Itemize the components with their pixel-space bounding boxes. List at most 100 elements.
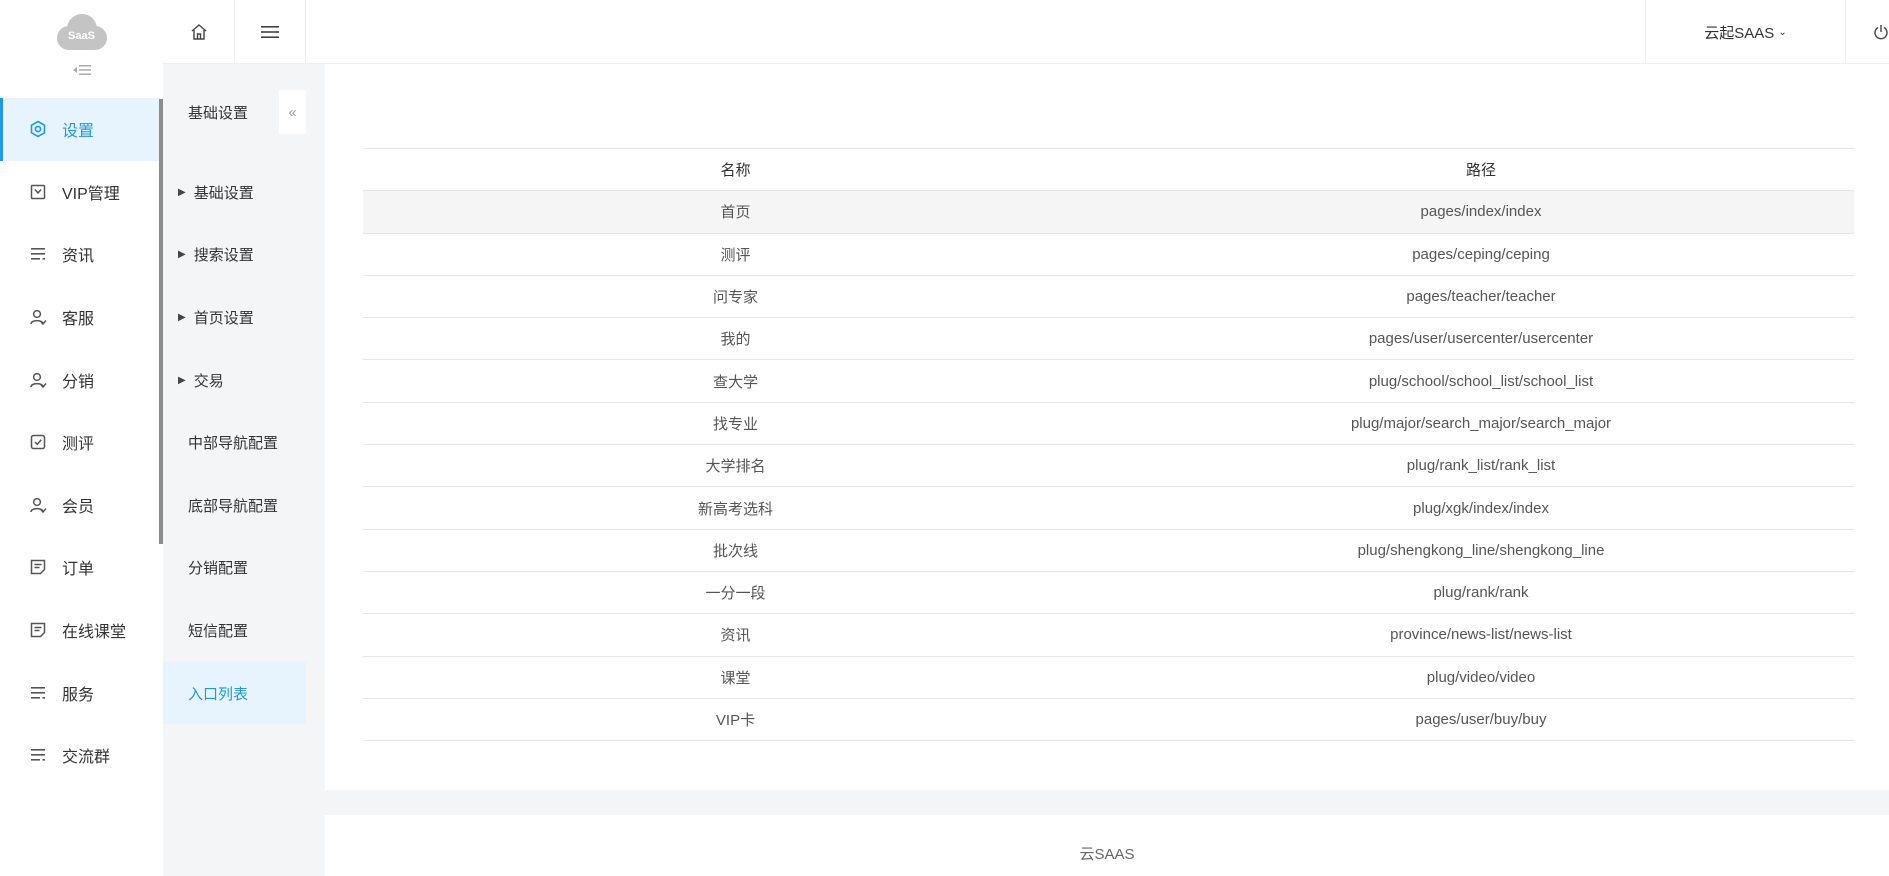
- footer-text: 云SAAS: [1079, 846, 1135, 863]
- sidebar-item-online-class[interactable]: 在线课堂: [0, 599, 163, 662]
- cell-name: 一分一段: [363, 571, 1108, 615]
- secondary-menu-item-label: 底部导航配置: [188, 497, 279, 515]
- secondary-menu-item[interactable]: 分销配置: [163, 537, 306, 600]
- sidebar-item-group[interactable]: 交流群: [0, 724, 163, 787]
- sidebar-item-settings[interactable]: 设置: [0, 98, 163, 161]
- cell-name: 大学排名: [363, 444, 1108, 488]
- cell-name: 课堂: [363, 656, 1108, 699]
- sidebar-item-label: 会员: [62, 498, 95, 516]
- column-header-name: 名称: [363, 148, 1108, 192]
- table-header-row: 名称 路径: [363, 148, 1854, 192]
- cell-name: 我的: [363, 317, 1108, 361]
- cell-path: pages/user/usercenter/usercenter: [1108, 317, 1854, 361]
- double-chevron-left-icon: «: [288, 103, 297, 121]
- document-icon: [28, 620, 48, 640]
- home-button[interactable]: [163, 0, 234, 64]
- cell-name: VIP卡: [363, 698, 1108, 742]
- sidebar-item-services[interactable]: 服务: [0, 661, 163, 724]
- secondary-menu-item[interactable]: ▶ 首页设置: [163, 286, 306, 349]
- sidebar-item-label: 交流群: [62, 749, 111, 767]
- logo[interactable]: SaaS: [0, 0, 163, 64]
- cell-path: pages/index/index: [1108, 190, 1854, 234]
- sidebar-item-orders[interactable]: 订单: [0, 536, 163, 599]
- caret-right-icon: ▶: [178, 311, 186, 323]
- logo-text: SaaS: [68, 30, 95, 42]
- home-icon: [191, 24, 206, 40]
- cell-path: plug/rank_list/rank_list: [1108, 444, 1854, 488]
- secondary-menu-item-label: 首页设置: [193, 309, 254, 327]
- secondary-menu-item[interactable]: 短信配置: [163, 599, 306, 662]
- table-body: 首页 pages/index/index 测评 pages/ceping/ceping…: [363, 190, 1854, 742]
- cell-name: 测评: [363, 233, 1108, 276]
- sidebar-item-label: 订单: [62, 561, 95, 579]
- sidebar-item-members[interactable]: 会员: [0, 474, 163, 537]
- cell-path: plug/rank/rank: [1108, 571, 1854, 615]
- secondary-menu-item[interactable]: ▶ 基础设置: [163, 161, 306, 224]
- user-icon: [28, 495, 48, 515]
- list-icon: [28, 683, 48, 703]
- cell-path: plug/video/video: [1108, 656, 1854, 699]
- sidebar-item-news[interactable]: 资讯: [0, 223, 163, 286]
- cell-name: 批次线: [363, 529, 1108, 572]
- caret-right-icon: ▶: [178, 249, 186, 261]
- entry-list-table: 名称 路径 首页 pages/index/index 测评 pages/ceping/…: [363, 148, 1854, 742]
- cell-path: pages/ceping/ceping: [1108, 233, 1854, 276]
- sidebar-menu: 设置 VIP管理资讯客服分销测评会员订单在线课堂 服务交流群: [0, 98, 163, 787]
- secondary-menu-item-label: 短信配置: [188, 622, 249, 640]
- power-icon: [1874, 25, 1888, 40]
- table-row: 一分一段 plug/rank/rank: [363, 571, 1854, 615]
- cell-name: 找专业: [363, 402, 1108, 446]
- collapse-subbar-button[interactable]: «: [279, 90, 306, 134]
- caret-right-icon: ▶: [178, 374, 186, 386]
- table-row: 资讯 province/news-list/news-list: [363, 613, 1854, 657]
- document-icon: [28, 557, 48, 577]
- cell-name: 新高考选科: [363, 486, 1108, 530]
- sidebar-item-label: 测评: [62, 436, 95, 454]
- secondary-menu-item[interactable]: 底部导航配置: [163, 474, 306, 537]
- table-row: 大学排名 plug/rank_list/rank_list: [363, 444, 1854, 488]
- caret-right-icon: ▶: [178, 186, 186, 198]
- secondary-menu-item-label: 基础设置: [193, 184, 254, 202]
- user-icon: [28, 370, 48, 390]
- main-content: 名称 路径 首页 pages/index/index 测评 pages/ceping/…: [325, 64, 1889, 790]
- secondary-menu-item[interactable]: 入口列表: [163, 661, 306, 725]
- sidebar-item-customer-service[interactable]: 客服: [0, 286, 163, 349]
- secondary-menu-item[interactable]: ▶ 交易: [163, 349, 306, 412]
- secondary-menu: ▶ 基础设置 ▶ 搜索设置 ▶ 首页设置 ▶ 交易 中部导航配置 底部导航配置 分销配置 短信配置 入口…: [163, 161, 306, 725]
- gear-icon: [28, 119, 48, 139]
- user-icon: [28, 307, 48, 327]
- vip-icon: [28, 182, 48, 202]
- user-menu-label: 云起SAAS: [1704, 24, 1775, 42]
- table-row: 找专业 plug/major/search_major/search_major: [363, 402, 1854, 446]
- cell-name: 首页: [363, 190, 1108, 234]
- cell-path: plug/major/search_major/search_major: [1108, 402, 1854, 446]
- hamburger-icon: [261, 26, 279, 38]
- cell-path: province/news-list/news-list: [1108, 613, 1854, 657]
- sidebar-item-label: 客服: [62, 311, 95, 329]
- cell-path: pages/user/buy/buy: [1108, 698, 1854, 742]
- secondary-menu-item-label: 中部导航配置: [188, 435, 279, 453]
- list-icon: [28, 244, 48, 264]
- logout-button[interactable]: [1845, 0, 1889, 64]
- table-row: 批次线 plug/shengkong_line/shengkong_line: [363, 529, 1854, 572]
- secondary-menu-item[interactable]: ▶ 搜索设置: [163, 224, 306, 287]
- table-row: 新高考选科 plug/xgk/index/index: [363, 486, 1854, 530]
- secondary-menu-item[interactable]: 中部导航配置: [163, 411, 306, 474]
- cell-name: 问专家: [363, 275, 1108, 319]
- cell-path: plug/shengkong_line/shengkong_line: [1108, 529, 1854, 572]
- list-icon: [28, 745, 48, 765]
- cloud-logo-icon: SaaS: [56, 14, 107, 50]
- sidebar-item-vip[interactable]: VIP管理: [0, 161, 163, 224]
- sidebar-fold-icon[interactable]: [0, 64, 163, 98]
- user-menu[interactable]: 云起SAAS ⌄: [1645, 0, 1845, 64]
- cell-path: plug/school/school_list/school_list: [1108, 359, 1854, 403]
- main-sidebar: SaaS 设置 VIP管理资讯客服分销测评会员订单在线课堂 服务交流群: [0, 0, 163, 876]
- sidebar-item-distribution[interactable]: 分销: [0, 348, 163, 411]
- sidebar-item-assessment[interactable]: 测评: [0, 411, 163, 474]
- secondary-menu-item-label: 交易: [193, 372, 224, 390]
- table-row: 课堂 plug/video/video: [363, 656, 1854, 699]
- column-header-path: 路径: [1108, 148, 1854, 192]
- menu-toggle-button[interactable]: [234, 0, 305, 64]
- table-row: 首页 pages/index/index: [363, 190, 1854, 234]
- sidebar-item-label: VIP管理: [62, 185, 120, 203]
